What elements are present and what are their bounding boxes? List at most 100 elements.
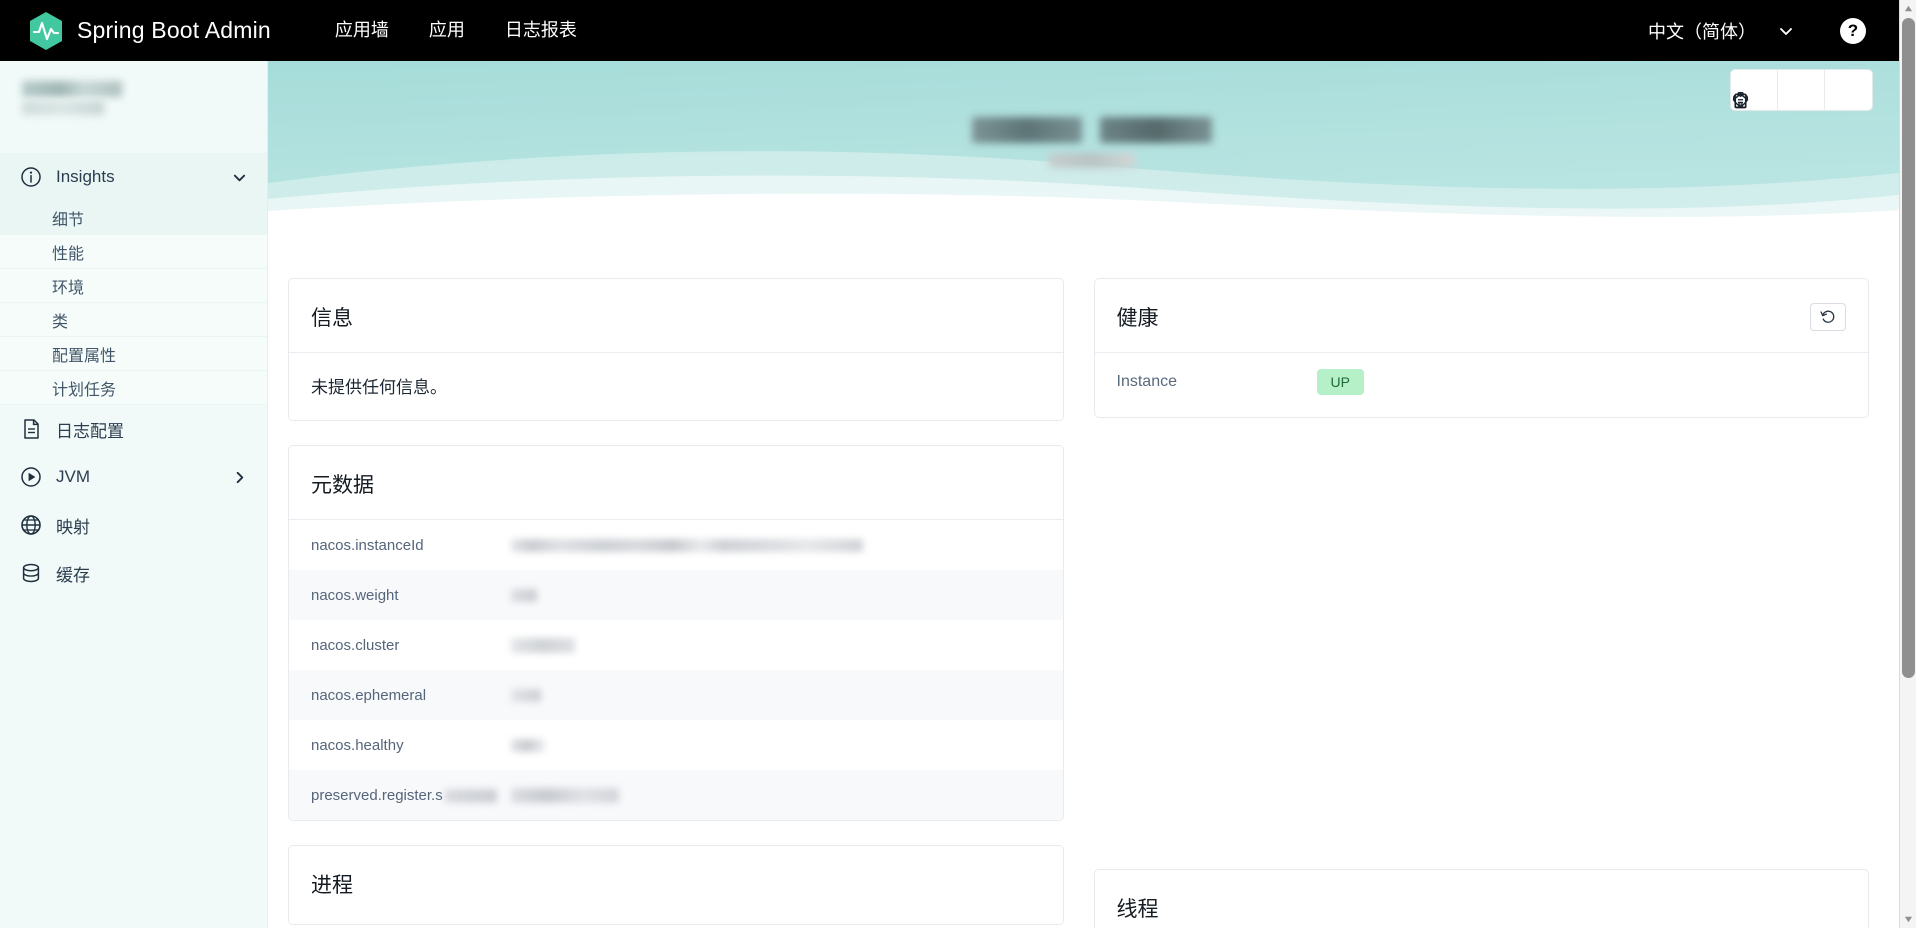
- sidebar-item-scheduledtasks[interactable]: 计划任务: [0, 371, 267, 405]
- sidebar-item-environment[interactable]: 环境: [0, 269, 267, 303]
- health-history-button[interactable]: [1810, 302, 1846, 331]
- language-selector[interactable]: 中文（简体）: [1638, 18, 1804, 44]
- chevron-down-icon: [233, 174, 246, 181]
- process-card-header: 进程: [289, 846, 1063, 920]
- redacted-key-suffix: [444, 788, 497, 803]
- info-card-body: 未提供任何信息。: [311, 378, 447, 397]
- status-badge: UP: [1316, 369, 1364, 395]
- table-row: preserved.register.s: [289, 770, 1063, 820]
- banner-title-row: [972, 117, 1212, 143]
- process-card-title: 进程: [311, 874, 353, 897]
- metadata-card-header: 元数据: [289, 446, 1063, 520]
- health-card: 健康 Instance UP: [1093, 278, 1869, 418]
- database-icon: [22, 563, 40, 583]
- scrollbar-down-button[interactable]: [1900, 911, 1916, 928]
- table-row: nacos.cluster: [289, 620, 1063, 670]
- page-scrollbar[interactable]: [1899, 0, 1916, 928]
- redacted-value: [511, 588, 537, 602]
- sidebar-item-label: 映射: [56, 517, 90, 537]
- navbar-right: 中文（简体） ?: [1638, 17, 1892, 44]
- threads-card: 线程: [1093, 869, 1869, 928]
- banner-redacted-title: [268, 117, 1916, 168]
- sidebar-subitem-label: 类: [52, 313, 69, 331]
- threads-card-header: 线程: [1095, 870, 1869, 928]
- redacted-value: [511, 637, 575, 653]
- sidebar-item-label: 缓存: [56, 565, 90, 585]
- brand-title: Spring Boot Admin: [77, 17, 271, 43]
- metadata-value: [511, 637, 1041, 653]
- info-circle-icon: [21, 167, 41, 187]
- sidebar-item-mappings[interactable]: 映射: [0, 501, 267, 549]
- cards-area: 信息 未提供任何信息。 元数据 nacos.instanceId nacos.w…: [268, 221, 1916, 928]
- health-card-header: 健康: [1094, 279, 1868, 353]
- sidebar-subitem-label: 细节: [52, 211, 85, 229]
- info-card-header: 信息: [289, 279, 1063, 353]
- sidebar-subitem-label: 计划任务: [52, 381, 117, 399]
- chevron-right-icon: [236, 471, 244, 483]
- redacted-instance-subtitle: [1049, 153, 1135, 168]
- metadata-key: nacos.cluster: [311, 636, 400, 654]
- sidebar-item-classes[interactable]: 类: [0, 303, 267, 337]
- cards-column-left: 信息 未提供任何信息。 元数据 nacos.instanceId nacos.w…: [288, 278, 1064, 928]
- language-label: 中文（简体）: [1648, 21, 1756, 42]
- nav-link-applications[interactable]: 应用: [409, 0, 485, 61]
- redacted-app-name-line1: [22, 81, 122, 97]
- cards-column-right: 健康 Instance UP 线程: [1093, 278, 1869, 928]
- sidebar-item-label: 日志配置: [56, 421, 124, 441]
- sidebar-app-name: [0, 61, 267, 121]
- table-row: nacos.weight: [289, 570, 1063, 620]
- table-row: nacos.instanceId: [289, 520, 1063, 570]
- banner-action-buttons: [1731, 70, 1872, 110]
- sidebar-item-configprops[interactable]: 配置属性: [0, 337, 267, 371]
- triangle-down-icon: [1904, 916, 1913, 923]
- document-icon: [24, 419, 39, 439]
- scrollbar-up-button[interactable]: [1900, 0, 1916, 17]
- brand[interactable]: Spring Boot Admin: [28, 11, 271, 51]
- table-row: nacos.ephemeral: [289, 670, 1063, 720]
- health-row-label: Instance: [1116, 373, 1177, 390]
- redacted-value: [511, 738, 545, 752]
- sidebar-item-performance[interactable]: 性能: [0, 235, 267, 269]
- metadata-table: nacos.instanceId nacos.weight nacos.clus…: [289, 520, 1063, 820]
- scrollbar-thumb[interactable]: [1902, 18, 1915, 678]
- sidebar-item-details[interactable]: 细节: [0, 201, 267, 235]
- redacted-app-title: [972, 117, 1082, 143]
- redacted-value: [511, 538, 863, 552]
- metadata-value: [511, 787, 1041, 803]
- metadata-key: nacos.ephemeral: [311, 686, 427, 704]
- sidebar-item-label: JVM: [56, 467, 90, 486]
- sidebar: Insights 细节 性能 环境 类 配置属性 计划任务 日志配置 JVM 映…: [0, 61, 268, 928]
- redacted-app-name-line2: [22, 101, 104, 115]
- top-navbar: Spring Boot Admin 应用墙 应用 日志报表 中文（简体） ?: [0, 0, 1916, 61]
- nav-link-journal[interactable]: 日志报表: [485, 0, 597, 61]
- copy-button[interactable]: [1734, 70, 1825, 110]
- redacted-instance-title: [1100, 117, 1212, 143]
- sidebar-item-caches[interactable]: 缓存: [0, 549, 267, 597]
- heart-icon: [1732, 93, 1749, 108]
- favorite-button[interactable]: [1732, 70, 1872, 110]
- sidebar-subitem-label: 性能: [52, 245, 85, 263]
- metadata-value: [511, 588, 1041, 602]
- sidebar-item-label: Insights: [56, 167, 115, 186]
- sidebar-item-insights[interactable]: Insights: [0, 153, 267, 201]
- nav-link-wallboard[interactable]: 应用墙: [315, 0, 409, 61]
- metadata-key: nacos.healthy: [311, 736, 404, 754]
- globe-icon: [21, 515, 41, 535]
- metadata-card: 元数据 nacos.instanceId nacos.weight nacos.…: [288, 445, 1064, 821]
- metadata-key: preserved.register.s: [311, 787, 511, 804]
- health-instance-row: Instance UP: [1095, 353, 1869, 417]
- play-circle-icon: [21, 467, 41, 487]
- nav-links: 应用墙 应用 日志报表: [315, 0, 597, 61]
- cards-row-1: 信息 未提供任何信息。 元数据 nacos.instanceId nacos.w…: [288, 278, 1869, 928]
- chevron-down-icon: [1780, 27, 1792, 35]
- redacted-value: [511, 688, 541, 702]
- body-wrapper: Insights 细节 性能 环境 类 配置属性 计划任务 日志配置 JVM 映…: [0, 61, 1916, 928]
- sidebar-item-jvm[interactable]: JVM: [0, 453, 267, 501]
- help-button[interactable]: ?: [1840, 17, 1866, 44]
- sidebar-subitem-label: 配置属性: [52, 347, 117, 365]
- sidebar-item-logging[interactable]: 日志配置: [0, 405, 267, 453]
- triangle-up-icon: [1904, 5, 1913, 12]
- main-content: 信息 未提供任何信息。 元数据 nacos.instanceId nacos.w…: [268, 61, 1916, 928]
- metadata-key: nacos.instanceId: [311, 536, 424, 554]
- process-card: 进程: [288, 845, 1064, 925]
